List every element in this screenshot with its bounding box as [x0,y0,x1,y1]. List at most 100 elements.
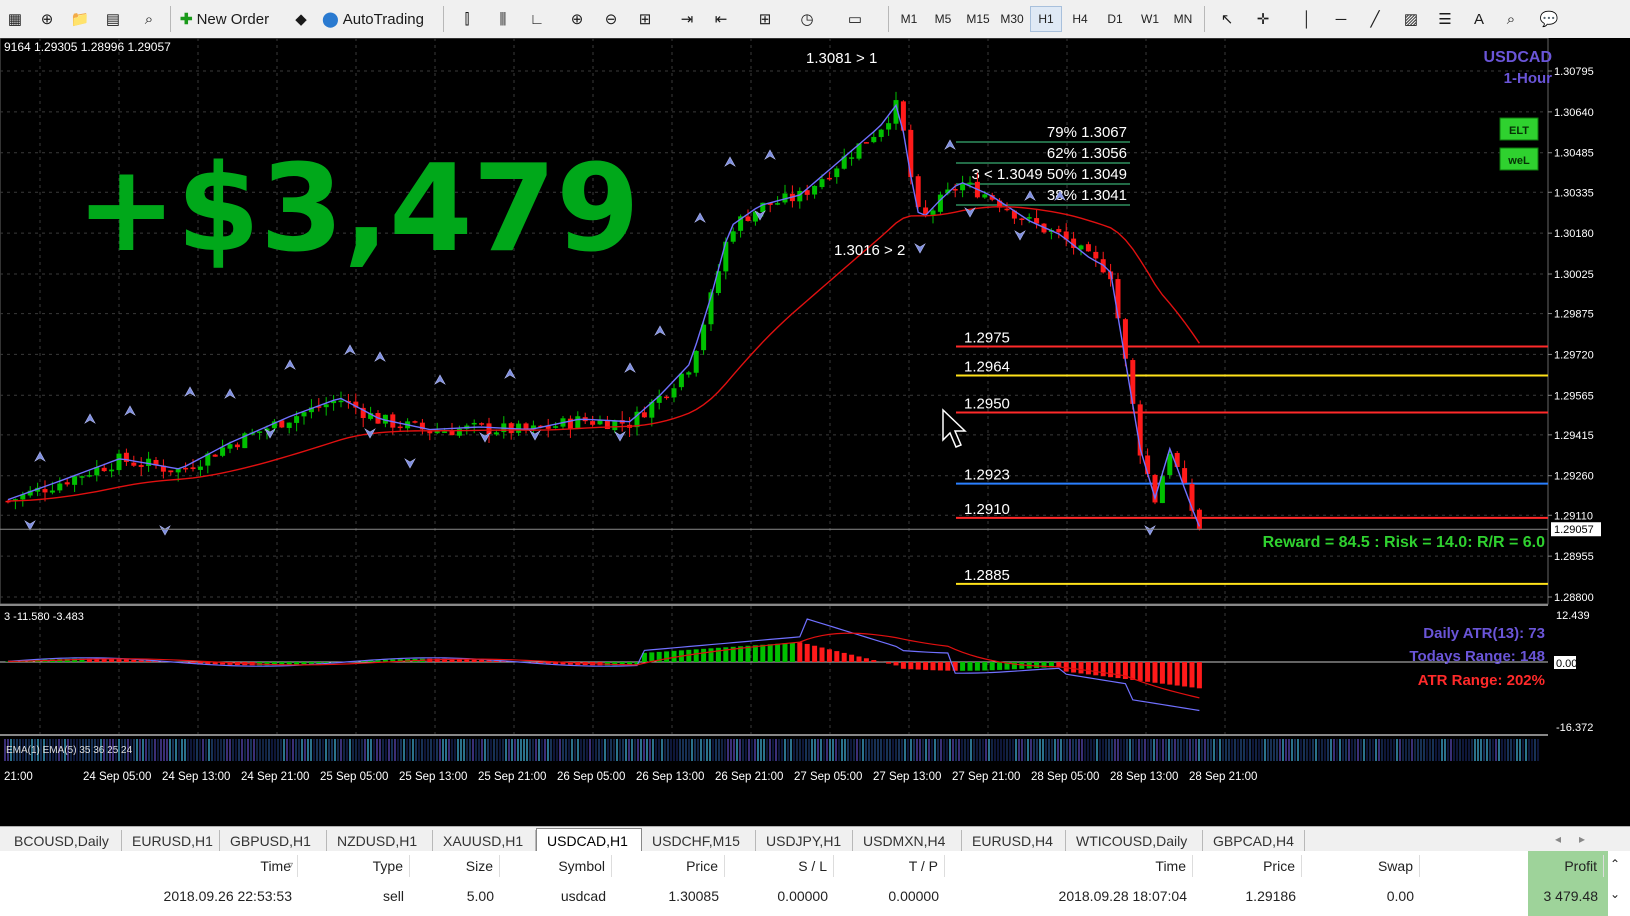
column-header[interactable]: Price [612,855,725,877]
timeframe-m1[interactable]: M1 [893,6,925,32]
column-header[interactable]: Time [52,855,298,877]
tile-windows-icon[interactable]: ⊞ [632,6,658,32]
tab-scroll-right-icon[interactable]: ▸ [1579,832,1585,846]
strip-bar [163,739,165,761]
column-header[interactable]: Time [945,855,1193,877]
periods-icon[interactable]: ◷ [794,6,820,32]
up-fractal-arrow [184,386,196,397]
candle-body [72,476,78,485]
histogram-bar [997,662,1003,670]
strip-bar [664,739,666,761]
strip-bar [748,739,750,761]
timeframe-h4[interactable]: H4 [1064,6,1096,32]
strip-bar [1501,739,1503,761]
timeframe-m30[interactable]: M30 [996,6,1028,32]
autotrading-button[interactable]: ⬤ AutoTrading [322,6,434,32]
strip-bar [1453,739,1455,761]
zoom-out-icon[interactable]: ⊖ [598,6,624,32]
chart-shift-icon[interactable]: ⇤ [708,6,734,32]
chart-tab[interactable]: USDCHF,M15 [642,830,756,852]
cursor-icon[interactable]: ↖ [1214,6,1240,32]
strip-bar [226,739,228,761]
chart-window[interactable]: 1.2975 1.2964 1.2950 1.2923 1.2910 1.2885 79%… [0,38,1630,826]
candle-body [967,182,973,185]
histogram-bar [1034,662,1040,669]
market-watch-icon[interactable]: ▤ [100,6,126,32]
strip-bar [1537,739,1539,761]
strip-bar [985,739,987,761]
crosshair-icon[interactable]: ✛ [1250,6,1276,32]
chart-canvas[interactable]: 1.2975 1.2964 1.2950 1.2923 1.2910 1.2885 79%… [0,38,1630,826]
chart-tab[interactable]: BCOUSD,Daily [4,830,122,852]
chart-tab[interactable]: USDJPY,H1 [756,830,853,852]
timeframe-mn[interactable]: MN [1167,6,1199,32]
search-icon[interactable]: ⌕ [1498,6,1524,32]
strip-bar [1327,739,1329,761]
templates-icon[interactable]: ▭ [842,6,868,32]
price-scale-label: 1.29110 [1554,510,1593,522]
strip-bar [154,739,156,761]
trendline-icon[interactable]: ╱ [1362,6,1388,32]
column-header[interactable]: Price [1193,855,1302,877]
strip-bar [286,739,288,761]
strip-bar [1033,739,1035,761]
column-header[interactable]: Swap [1302,855,1420,877]
strip-bar [403,739,405,761]
candlestick-icon[interactable]: ⫼ [490,6,516,32]
chart-tab[interactable]: USDMXN,H4 [853,830,962,852]
chart-tab[interactable]: USDCAD,H1 [536,828,642,852]
strip-bar [370,739,372,761]
chart-tab[interactable]: XAUUSD,H1 [433,830,536,852]
strip-bar [637,739,639,761]
crosshair-profiles-icon[interactable]: ⊕ [34,6,60,32]
chart-tab[interactable]: EURUSD,H4 [962,830,1066,852]
histogram-bar [967,662,973,671]
timeframe-m5[interactable]: M5 [927,6,959,32]
vertical-line-icon[interactable]: │ [1294,6,1320,32]
chart-tab[interactable]: WTICOUSD,Daily [1066,830,1203,852]
strip-bar [829,739,831,761]
timeframe-w1[interactable]: W1 [1134,6,1166,32]
meta-editor-icon[interactable]: ◆ [288,6,314,32]
equidistant-channel-icon[interactable]: ▨ [1398,6,1424,32]
tab-scroll-left-icon[interactable]: ◂ [1555,832,1561,846]
folder-icon[interactable]: 📁 [67,6,93,32]
column-header[interactable]: Type [298,855,410,877]
new-order-button[interactable]: ✚ New Order [180,6,280,32]
new-chart-icon[interactable]: ▦ [2,6,28,32]
timeframe-h1[interactable]: H1 [1030,6,1062,32]
chart-tab[interactable]: EURUSD,H1 [122,830,220,852]
horizontal-line-icon[interactable]: ─ [1328,6,1354,32]
chart-tab[interactable]: NZDUSD,H1 [327,830,433,852]
chart-tab[interactable]: GBPCAD,H4 [1203,830,1305,852]
strip-bar [136,739,138,761]
timeframe-d1[interactable]: D1 [1099,6,1131,32]
indicators-icon[interactable]: ⊞ [752,6,778,32]
scroll-down-icon[interactable]: ⌄ [1610,887,1620,901]
chat-icon[interactable]: 💬 [1536,6,1562,32]
scroll-up-icon[interactable]: ⌃ [1610,857,1620,871]
navigator-icon[interactable]: ⌕ [136,6,162,32]
auto-scroll-icon[interactable]: ⇥ [674,6,700,32]
strip-bar [928,739,930,761]
histogram-bar [908,662,914,670]
strip-bar [430,739,432,761]
time-axis-label: 28 Sep 13:00 [1110,771,1178,783]
elt-button[interactable]: ELT [1499,117,1539,141]
chart-tab[interactable]: GBPUSD,H1 [220,830,327,852]
column-header[interactable]: Size [410,855,500,877]
column-header[interactable]: Profit [1420,855,1604,877]
text-icon[interactable]: A [1466,6,1492,32]
wel-button[interactable]: weL [1499,147,1539,171]
histogram-bar [308,662,314,664]
column-header[interactable]: T / P [834,855,945,877]
candle-body [109,469,115,472]
strip-bar [1315,739,1317,761]
timeframe-m15[interactable]: M15 [962,6,994,32]
bar-chart-icon[interactable]: ⫿ [454,6,480,32]
line-chart-icon[interactable]: ∟ [524,6,550,32]
column-header[interactable]: Symbol [500,855,612,877]
fibonacci-icon[interactable]: ☰ [1432,6,1458,32]
column-header[interactable]: S / L [725,855,834,877]
zoom-in-icon[interactable]: ⊕ [564,6,590,32]
